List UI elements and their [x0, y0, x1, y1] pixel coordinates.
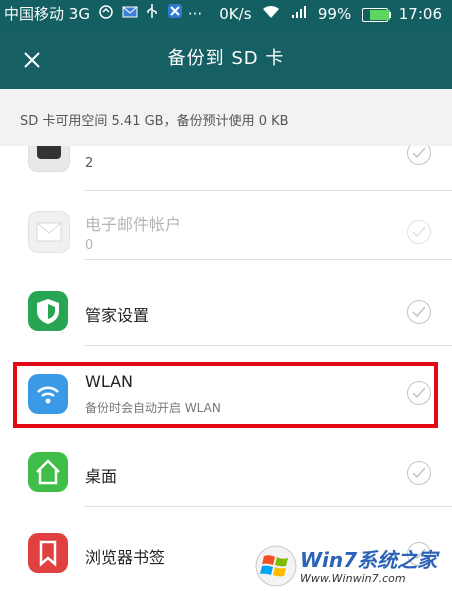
list-item-label: WLAN [85, 372, 134, 391]
storage-info-text: SD 卡可用空间 5.41 GB，备份预计使用 0 KB [20, 114, 289, 129]
battery-percent: 99% [317, 5, 352, 23]
list-item-manager-settings[interactable]: 管家设置 [0, 277, 452, 346]
page-title: 备份到 SD 卡 [167, 48, 285, 69]
app-bar: 备份到 SD 卡 [0, 29, 452, 89]
shield-icon [28, 291, 68, 331]
divider [84, 345, 452, 346]
backup-item-list: 2 电子邮件帐户 0 管家设置 WLAN 备份时会自动开启 WLAN 桌面 浏览… [0, 146, 452, 596]
more-notifications: ··· [187, 5, 203, 23]
checkbox-desktop[interactable] [407, 461, 431, 485]
storage-info-bar: SD 卡可用空间 5.41 GB，备份预计使用 0 KB [0, 89, 452, 146]
wifi-icon [28, 374, 68, 414]
network-speed: 0K/s [219, 5, 252, 23]
clock-app-icon [28, 146, 70, 172]
carrier-name: 中国移动 [4, 5, 65, 23]
watermark-url: Www.Winwin7.com [300, 572, 406, 585]
divider [84, 259, 452, 260]
app-notification-icon [167, 0, 183, 29]
usb-icon [146, 0, 158, 29]
list-item-count: 2 [85, 156, 94, 171]
wifi-status-icon [262, 0, 280, 29]
watermark: Win7系统之家 Www.Winwin7.com [252, 540, 448, 592]
clock-time: 17:06 [398, 5, 442, 23]
battery-icon [361, 7, 391, 22]
checkbox-wlan[interactable] [407, 381, 431, 405]
divider [84, 506, 452, 507]
windows-logo-icon [255, 545, 297, 587]
list-item-wlan[interactable]: WLAN 备份时会自动开启 WLAN [0, 356, 452, 425]
list-item-label: 桌面 [85, 467, 118, 486]
list-item-count: 0 [85, 238, 94, 253]
status-bar: 中国移动 3G ··· 0K/s 99% 17:06 [0, 0, 452, 29]
list-item-clock[interactable]: 2 [0, 146, 452, 191]
bookmark-icon [28, 533, 68, 573]
list-item-email-accounts[interactable]: 电子邮件帐户 0 [0, 191, 452, 260]
email-icon [28, 211, 70, 253]
checkbox-clock[interactable] [407, 146, 431, 165]
network-type: 3G [68, 5, 90, 23]
list-item-label: 管家设置 [85, 306, 150, 325]
sync-icon [99, 0, 113, 29]
watermark-title: Win7系统之家 [300, 548, 438, 572]
signal-icon [291, 0, 307, 29]
list-item-desktop[interactable]: 桌面 [0, 438, 452, 507]
status-bar-left: 中国移动 3G ··· [4, 0, 202, 29]
list-item-label: 浏览器书签 [85, 548, 166, 567]
checkbox-email-accounts[interactable] [407, 220, 431, 244]
list-item-description: 备份时会自动开启 WLAN [85, 401, 221, 415]
list-item-label: 电子邮件帐户 [85, 215, 182, 234]
home-icon [28, 452, 68, 492]
mail-notification-icon [122, 0, 138, 29]
status-bar-right: 0K/s 99% 17:06 [213, 0, 442, 29]
checkbox-manager-settings[interactable] [407, 300, 431, 324]
